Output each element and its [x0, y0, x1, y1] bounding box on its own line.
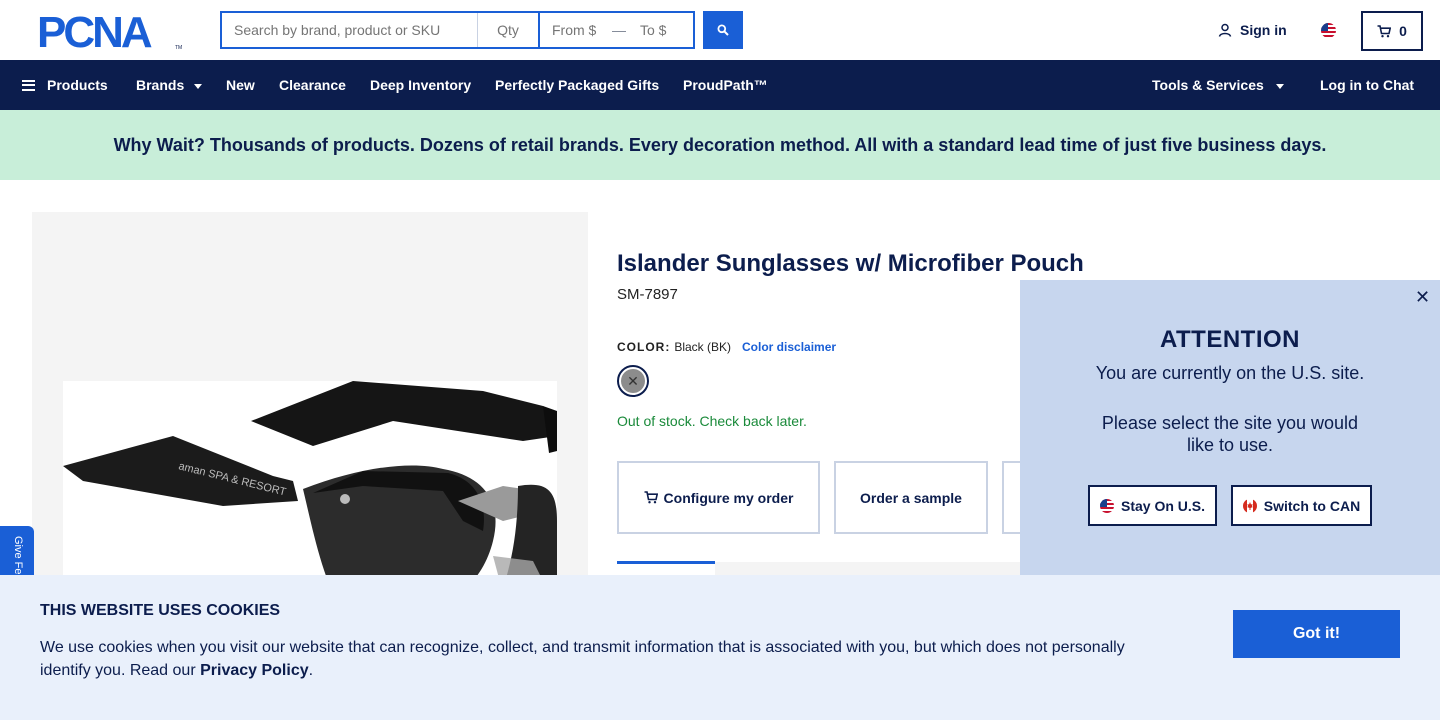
color-swatch-black[interactable]: ✕ — [617, 365, 649, 397]
nav-proudpath[interactable]: ProudPath™ — [683, 60, 768, 110]
cart-icon — [644, 491, 658, 504]
nav-login-chat-label: Log in to Chat — [1320, 77, 1415, 93]
switch-can-button[interactable]: Switch to CAN — [1231, 485, 1372, 526]
price-to-input[interactable] — [628, 13, 688, 47]
price-from-input[interactable] — [540, 13, 610, 47]
nav-new-label: New — [226, 77, 255, 93]
nav-new[interactable]: New — [226, 60, 255, 110]
got-it-button[interactable]: Got it! — [1233, 610, 1400, 658]
us-flag-icon — [1099, 498, 1114, 513]
search-button[interactable] — [703, 11, 743, 49]
promo-banner: Why Wait? Thousands of products. Dozens … — [0, 110, 1440, 180]
color-value: Black (BK) — [674, 340, 732, 354]
logo-text: PCNA — [37, 12, 152, 50]
feedback-tab-label: Give Fe — [12, 536, 24, 575]
qty-input[interactable] — [478, 13, 540, 47]
nav-proudpath-label: ProudPath™ — [683, 77, 768, 93]
nav-tools-label: Tools & Services — [1152, 77, 1264, 93]
pcna-logo[interactable]: PCNA TM — [37, 12, 184, 50]
search-bar: — — [220, 11, 695, 49]
sign-in-link[interactable]: Sign in — [1218, 22, 1287, 38]
nav-deep-inventory-label: Deep Inventory — [370, 77, 472, 93]
promo-banner-text: Why Wait? Thousands of products. Dozens … — [113, 134, 1327, 155]
nav-products-label: Products — [47, 77, 108, 93]
price-separator: — — [612, 22, 626, 38]
site-header: PCNA TM — Sign in 0 — [0, 0, 1440, 60]
stock-status: Out of stock. Check back later. — [617, 413, 807, 429]
order-sample-label: Order a sample — [860, 489, 962, 506]
svg-text:TM: TM — [175, 45, 182, 50]
search-icon — [717, 24, 729, 36]
color-row: COLOR: Black (BK) Color disclaimer — [617, 340, 836, 354]
switch-can-label: Switch to CAN — [1263, 497, 1361, 514]
product-title: Islander Sunglasses w/ Microfiber Pouch — [617, 250, 1084, 277]
search-input[interactable] — [222, 13, 478, 47]
cart-icon — [1377, 24, 1392, 37]
us-flag-icon[interactable] — [1321, 23, 1336, 38]
nav-packaged-gifts[interactable]: Perfectly Packaged Gifts — [495, 60, 659, 110]
stay-us-button[interactable]: Stay On U.S. — [1088, 485, 1217, 526]
configure-order-button[interactable]: Configure my order — [617, 461, 820, 534]
nav-tools-services[interactable]: Tools & Services — [1152, 60, 1284, 110]
privacy-policy-link[interactable]: Privacy Policy — [200, 662, 309, 679]
main-nav: Products Brands New Clearance Deep Inven… — [0, 60, 1440, 110]
cookie-title: THIS WEBSITE USES COOKIES — [40, 602, 281, 619]
cookie-text: We use cookies when you visit our websit… — [40, 636, 1140, 682]
color-disclaimer-link[interactable]: Color disclaimer — [742, 340, 836, 354]
caret-down-icon — [194, 83, 203, 89]
active-tab-indicator — [617, 561, 715, 564]
nav-brands[interactable]: Brands — [136, 60, 203, 110]
modal-title: ATTENTION — [1159, 326, 1301, 353]
swatch-unavailable-icon: ✕ — [621, 369, 645, 393]
sign-in-label: Sign in — [1240, 22, 1287, 38]
close-icon[interactable]: ✕ — [1415, 288, 1430, 306]
order-sample-button[interactable]: Order a sample — [834, 461, 988, 534]
tab-strip — [715, 562, 1020, 575]
nav-clearance[interactable]: Clearance — [279, 60, 346, 110]
nav-deep-inventory[interactable]: Deep Inventory — [370, 60, 471, 110]
nav-products[interactable]: Products — [22, 60, 108, 110]
user-icon — [1218, 23, 1232, 37]
cookie-text-suffix: . — [308, 662, 314, 679]
nav-packaged-gifts-label: Perfectly Packaged Gifts — [495, 77, 660, 93]
product-sku: SM-7897 — [617, 286, 678, 303]
nav-clearance-label: Clearance — [279, 77, 346, 93]
stay-us-label: Stay On U.S. — [1120, 497, 1206, 514]
color-label: COLOR: — [617, 340, 671, 354]
hamburger-icon — [22, 79, 35, 91]
nav-login-chat[interactable]: Log in to Chat — [1320, 60, 1414, 110]
cart-button[interactable]: 0 — [1361, 11, 1423, 51]
product-image-panel: aman SPA & RESORT — [32, 212, 588, 612]
cart-count: 0 — [1399, 23, 1407, 39]
nav-brands-label: Brands — [136, 77, 185, 93]
configure-order-label: Configure my order — [663, 489, 794, 506]
modal-current-site-text: You are currently on the U.S. site. — [1095, 363, 1365, 383]
caret-down-icon — [1275, 83, 1284, 89]
canada-flag-icon — [1242, 498, 1257, 513]
modal-select-site-text: Please select the site you would like to… — [1101, 413, 1359, 455]
